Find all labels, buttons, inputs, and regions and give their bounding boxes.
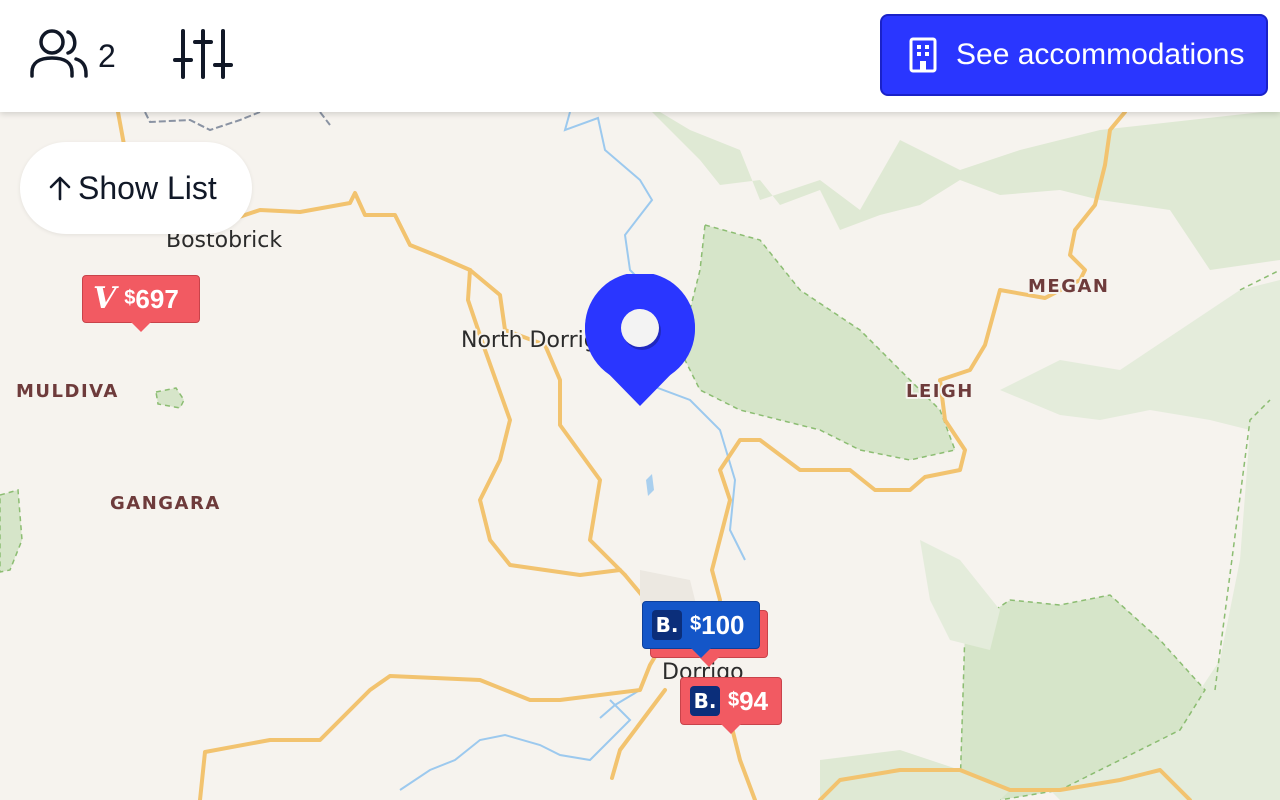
- price-marker[interactable]: B. $100: [642, 601, 760, 658]
- top-bar: 2 See accommodations: [0, 0, 1280, 112]
- booking-logo: B.: [652, 610, 682, 640]
- building-icon: [908, 37, 938, 73]
- see-accommodations-label: See accommodations: [956, 38, 1245, 71]
- price-label: $94: [728, 685, 769, 716]
- price-marker[interactable]: V $697: [82, 275, 200, 332]
- location-pin-icon: [585, 272, 695, 406]
- locality-label-gangara: GANGARA: [110, 493, 221, 514]
- guests-button[interactable]: 2: [28, 24, 138, 88]
- locality-label-megan: MEGAN: [1028, 276, 1109, 297]
- locality-label-leigh: LEIGH: [906, 381, 974, 402]
- sliders-icon: [173, 27, 233, 86]
- price-label: $100: [690, 609, 745, 640]
- booking-logo: B.: [690, 686, 720, 716]
- filters-button[interactable]: [170, 24, 236, 88]
- show-list-label: Show List: [78, 169, 217, 206]
- see-accommodations-button[interactable]: See accommodations: [880, 14, 1268, 96]
- arrow-up-icon: [46, 174, 74, 202]
- location-pin[interactable]: [585, 272, 695, 413]
- locality-label-muldiva: MULDIVA: [16, 381, 119, 402]
- guests-count: 2: [98, 37, 116, 74]
- vrbo-logo: V: [93, 281, 117, 316]
- show-list-button[interactable]: Show List: [20, 142, 252, 234]
- price-label: $697: [124, 283, 179, 314]
- users-icon: [28, 26, 90, 87]
- price-marker[interactable]: B. $94: [680, 677, 782, 734]
